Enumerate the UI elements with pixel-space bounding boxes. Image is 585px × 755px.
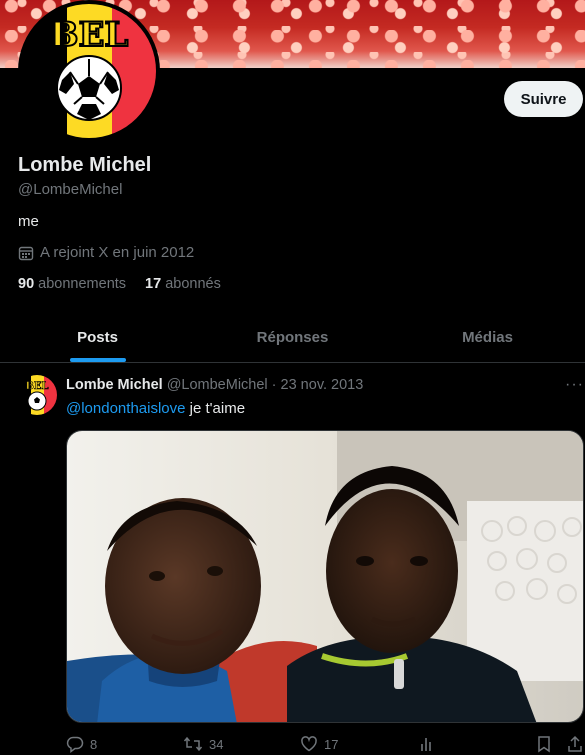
belgium-football-logo-icon: BEL [17,375,57,415]
retweet-icon [183,736,203,752]
followers-count: 17 [145,276,162,292]
retweet-button[interactable]: 34 [183,735,223,753]
heart-icon [301,736,317,752]
tab-posts-label: Posts [77,328,118,346]
follow-button[interactable]: Suivre [504,81,583,117]
following-count: 90 [18,276,35,292]
reply-count: 8 [90,736,98,752]
tweet-avatar[interactable]: BEL [17,375,57,415]
profile-name: Lombe Michel [18,154,152,176]
profile-handle: @LombeMichel [18,181,123,198]
retweet-count: 34 [209,736,224,752]
reply-button[interactable]: 8 [66,735,97,753]
svg-text:BEL: BEL [50,15,129,55]
tweet-photo[interactable] [66,430,584,723]
views-button[interactable] [418,735,436,753]
profile-tabs: Posts Réponses Médias [0,312,585,363]
tweet-actions: 8 34 17 [66,735,585,755]
belgium-football-logo-icon: BEL [22,4,156,138]
like-count: 17 [324,736,339,752]
tweet-body: je t'aime [185,400,246,417]
tab-replies-label: Réponses [256,328,329,346]
following-label: abonnements [38,276,127,292]
bookmark-button[interactable] [536,735,552,753]
share-icon [568,735,582,752]
bookmark-icon [538,736,550,753]
profile-avatar[interactable]: BEL [18,0,160,142]
join-date: A rejoint X en juin 2012 [18,244,194,261]
tab-replies[interactable]: Réponses [195,312,390,362]
profile-bio: me [18,213,39,230]
tab-media-label: Médias [462,328,513,346]
following-link[interactable]: 90 abonnements [18,276,126,292]
tab-media[interactable]: Médias [390,312,585,362]
join-date-text: A rejoint X en juin 2012 [40,244,195,261]
svg-text:BEL: BEL [25,381,48,392]
share-button[interactable] [566,735,584,753]
like-button[interactable]: 17 [300,735,338,753]
active-tab-indicator [69,358,126,362]
tweet-text: @londonthaislove je t'aime [66,400,245,417]
calendar-icon [18,246,34,260]
photo-two-boys-image [67,431,583,722]
mention-link[interactable]: @londonthaislove [66,400,185,417]
tweet-author-name[interactable]: Lombe Michel [66,377,163,393]
analytics-icon [421,738,431,751]
tweet-header: Lombe Michel @LombeMichel · 23 nov. 2013 [66,377,363,393]
profile-stats: 90 abonnements 17 abonnés [18,276,221,292]
reply-icon [66,736,84,753]
tab-posts[interactable]: Posts [0,312,195,362]
followers-label: abonnés [165,276,221,292]
more-options-icon[interactable]: ··· [565,376,584,394]
tweet-meta[interactable]: @LombeMichel · 23 nov. 2013 [167,377,364,393]
followers-link[interactable]: 17 abonnés [145,276,221,292]
